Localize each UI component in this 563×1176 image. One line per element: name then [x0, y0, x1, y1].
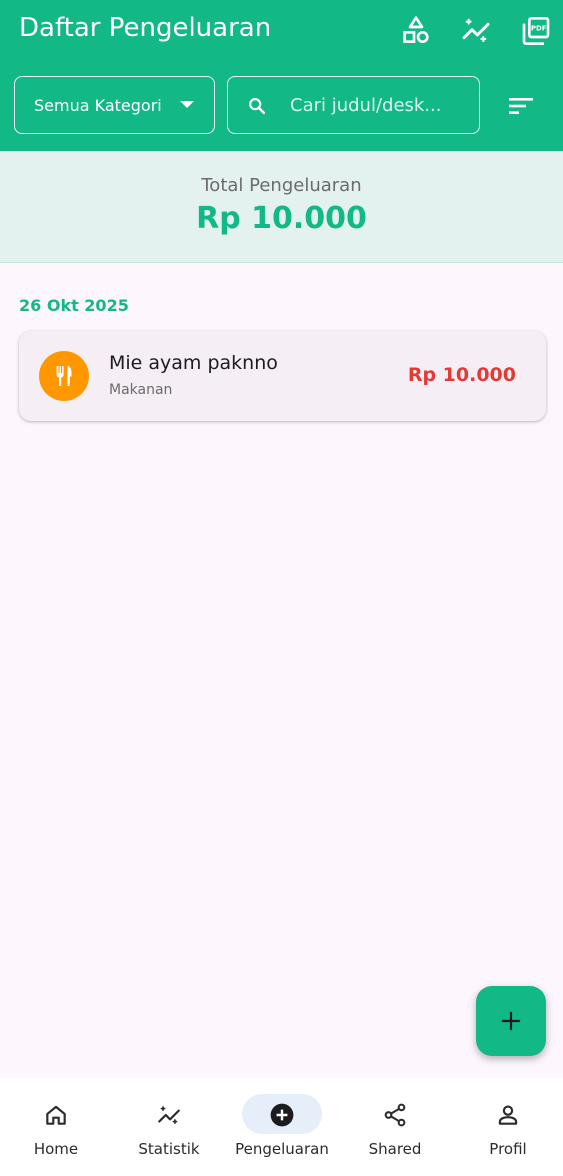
nav-label-statistik: Statistik — [138, 1140, 200, 1158]
expense-list-item[interactable]: Mie ayam paknno Makanan Rp 10.000 — [19, 331, 546, 421]
restaurant-icon — [39, 351, 89, 401]
share-icon — [384, 1103, 406, 1127]
total-amount: Rp 10.000 — [196, 201, 367, 236]
date-group-header: 26 Okt 2025 — [19, 296, 129, 315]
search-field[interactable] — [227, 76, 480, 134]
dropdown-caret-icon — [180, 101, 194, 108]
search-icon — [249, 98, 266, 115]
page-title: Daftar Pengeluaran — [19, 13, 272, 43]
plus-icon — [501, 1011, 521, 1031]
nav-item-profil[interactable]: Profil — [452, 1078, 563, 1176]
expense-category: Makanan — [109, 382, 173, 398]
expense-title: Mie ayam paknno — [109, 352, 278, 374]
nav-item-pengeluaran[interactable]: Pengeluaran — [226, 1078, 338, 1176]
app-bar: Daftar Pengeluaran PDF Semua Kategori — [0, 0, 563, 151]
nav-label-profil: Profil — [489, 1140, 527, 1158]
nav-label-shared: Shared — [368, 1140, 422, 1158]
home-icon — [46, 1105, 66, 1125]
nav-label-pengeluaran: Pengeluaran — [235, 1140, 329, 1158]
add-expense-button[interactable] — [476, 986, 546, 1056]
bottom-navigation: Home Statistik Pengeluaran Shared Profil — [0, 1078, 563, 1176]
expense-amount: Rp 10.000 — [407, 364, 516, 386]
nav-item-statistik[interactable]: Statistik — [113, 1078, 225, 1176]
sort-icon[interactable] — [505, 90, 537, 122]
nav-item-home[interactable]: Home — [0, 1078, 112, 1176]
add-circle-icon — [270, 1103, 294, 1127]
nav-label-home: Home — [33, 1140, 79, 1158]
total-summary: Total Pengeluaran Rp 10.000 — [0, 151, 563, 263]
auto-graph-icon — [158, 1106, 180, 1124]
svg-text:PDF: PDF — [531, 25, 547, 33]
pdf-export-icon[interactable]: PDF — [520, 15, 552, 47]
category-shapes-icon[interactable] — [400, 15, 432, 47]
auto-graph-icon[interactable] — [460, 15, 492, 47]
category-filter-value: Semua Kategori — [34, 96, 162, 115]
category-filter-dropdown[interactable]: Semua Kategori — [14, 76, 215, 134]
total-label: Total Pengeluaran — [201, 175, 362, 196]
search-input[interactable] — [290, 92, 470, 118]
person-icon — [498, 1105, 518, 1125]
nav-item-shared[interactable]: Shared — [339, 1078, 451, 1176]
